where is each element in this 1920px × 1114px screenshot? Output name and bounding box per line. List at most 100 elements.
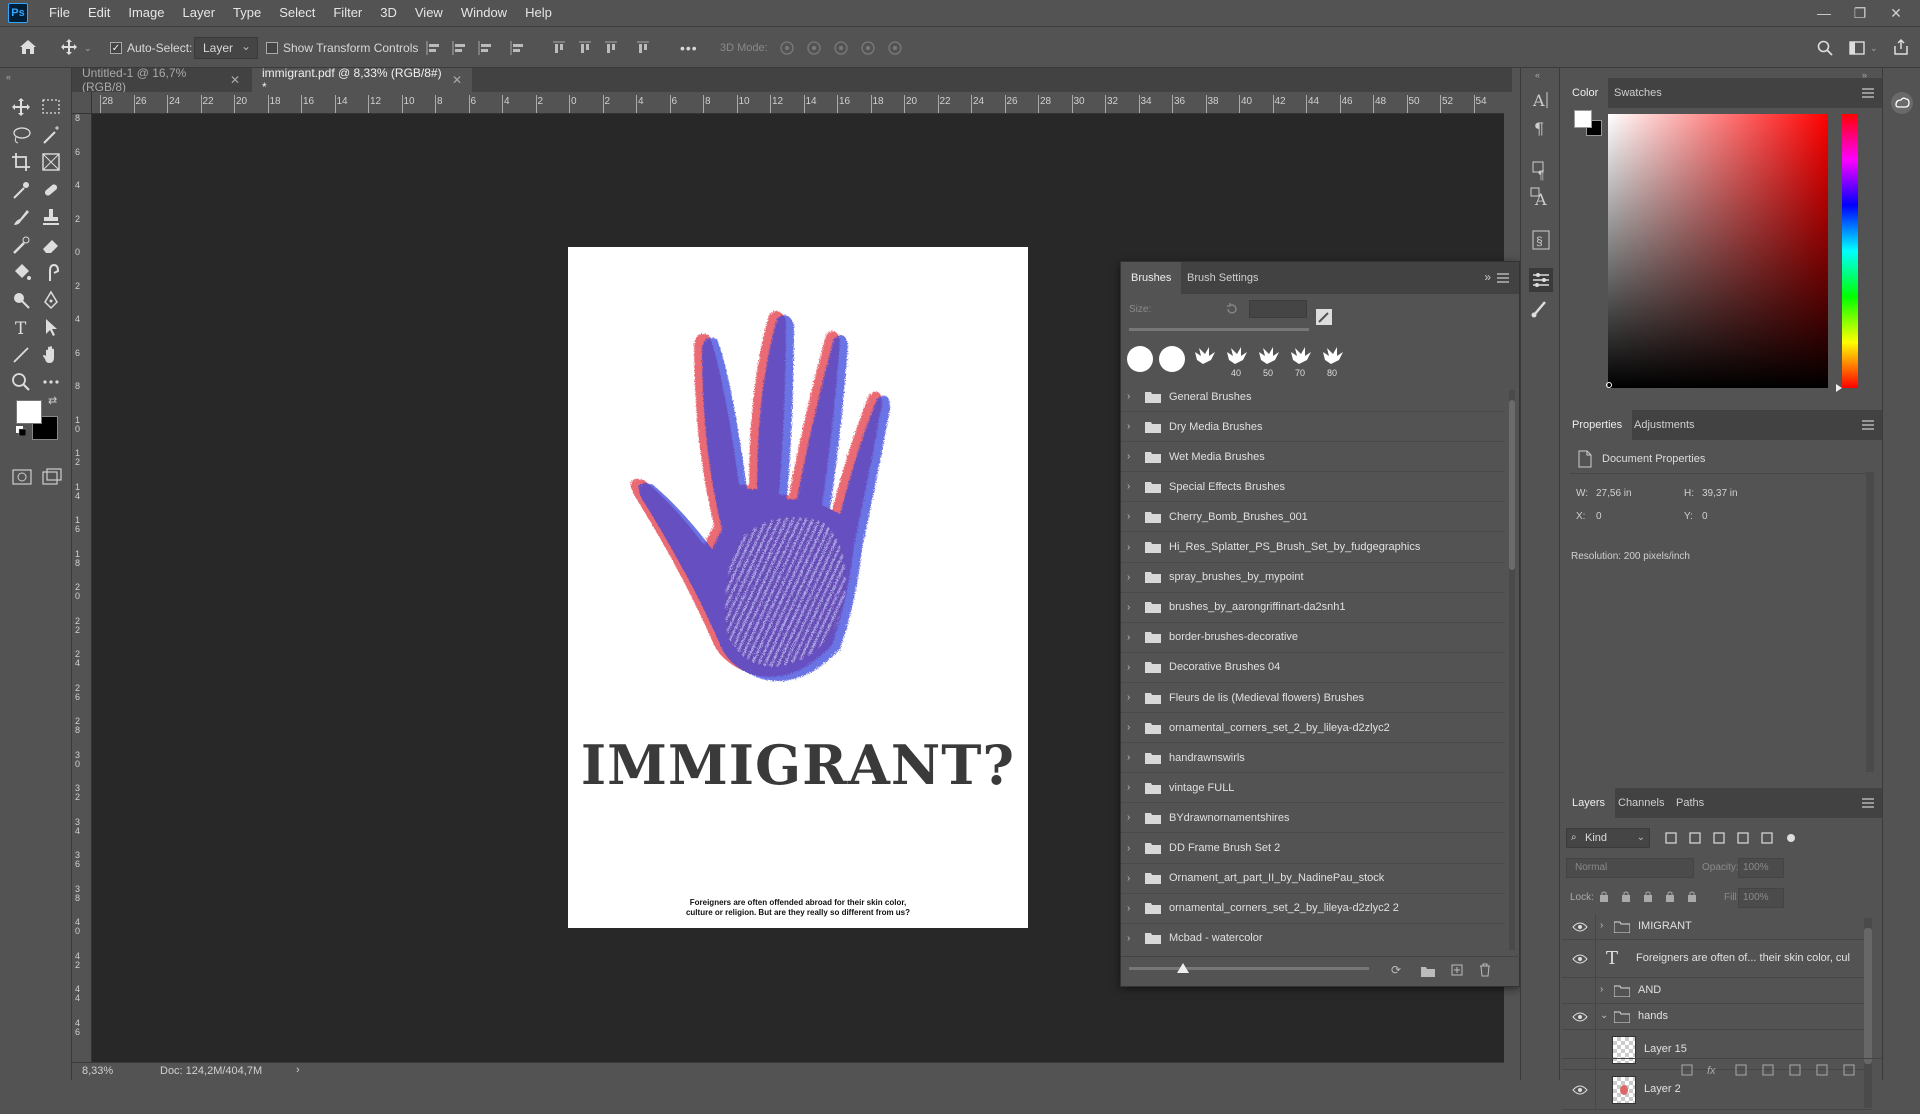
scale-3d-icon[interactable] [886, 39, 904, 57]
foreground-color-swatch-front[interactable] [16, 400, 42, 424]
hue-slider[interactable] [1842, 114, 1858, 388]
align-left-icon[interactable] [424, 39, 442, 57]
brush-folder-item[interactable]: › Decorative Brushes 04 [1121, 653, 1505, 683]
visibility-eye-icon[interactable] [1572, 1084, 1588, 1096]
align-bottom-icon[interactable] [602, 39, 620, 57]
chevron-down-icon[interactable]: ⌄ [1600, 1010, 1608, 1021]
restore-button[interactable]: ❐ [1842, 0, 1878, 26]
eraser-tool-icon[interactable] [40, 234, 62, 256]
layer-name[interactable]: IMIGRANT [1638, 920, 1692, 932]
brush-folder-item[interactable]: › ornamental_corners_set_2_by_lileya-d2zl… [1121, 713, 1505, 744]
brush-folder-item[interactable]: › brushes_by_aarongriffinart-da2snh1 [1121, 593, 1505, 623]
move-tool-icon[interactable] [10, 96, 32, 118]
distribute-v-icon[interactable] [634, 39, 652, 57]
visibility-toggle[interactable] [1572, 985, 1584, 997]
chevron-right-icon[interactable]: › [1127, 632, 1139, 643]
menu-type[interactable]: Type [224, 0, 270, 26]
layer-name[interactable]: AND [1638, 984, 1661, 996]
hue-slider-handle-icon[interactable] [1836, 384, 1842, 392]
glyphs-icon[interactable]: § [1529, 228, 1553, 252]
brush-preset[interactable] [1125, 344, 1155, 378]
quick-mask-icon[interactable] [12, 468, 32, 486]
brushes-icon[interactable] [1529, 296, 1553, 320]
filter-toggle-icon[interactable] [1784, 831, 1798, 845]
chevron-down-icon[interactable]: ⌄ [84, 36, 92, 60]
zoom-level[interactable]: 8,33% [82, 1065, 113, 1077]
tab-properties[interactable]: Properties [1562, 410, 1633, 440]
brush-settings-icon[interactable] [1529, 268, 1553, 292]
align-hcenter-icon[interactable] [450, 39, 468, 57]
chevron-right-icon[interactable]: › [1127, 572, 1139, 583]
layer-row[interactable]: › AND [1562, 978, 1872, 1004]
visibility-eye-icon[interactable] [1572, 953, 1588, 965]
brush-folder-item[interactable]: › BYdrawnornamentshires [1121, 803, 1505, 834]
brush-folder-item[interactable]: › handrawnswirls [1121, 743, 1505, 774]
filter-adjustment-icon[interactable] [1688, 831, 1702, 845]
brush-folder-item[interactable]: › vintage FULL [1121, 773, 1505, 804]
layers-menu-icon[interactable] [1862, 797, 1874, 809]
menu-file[interactable]: File [40, 0, 79, 26]
menu-view[interactable]: View [406, 0, 452, 26]
brush-size-slider[interactable] [1129, 328, 1309, 331]
brush-folder-item[interactable]: › Fleurs de lis (Medieval flowers) Brushe… [1121, 683, 1505, 713]
screen-mode-icon[interactable] [42, 468, 62, 486]
brush-preset[interactable] [1157, 344, 1187, 378]
menu-3d[interactable]: 3D [371, 0, 406, 26]
chevron-right-icon[interactable]: › [1127, 451, 1139, 462]
hand-tool-icon[interactable] [40, 344, 62, 366]
filter-smart-object-icon[interactable] [1760, 831, 1774, 845]
chevron-right-icon[interactable]: › [1127, 692, 1139, 703]
chevron-right-icon[interactable]: › [1127, 662, 1139, 673]
brush-size-input[interactable] [1249, 300, 1307, 318]
brush-folder-item[interactable]: › Ornament_art_part_II_by_NadinePau_stock [1121, 864, 1505, 894]
brush-preset[interactable]: 70 [1285, 344, 1315, 378]
menu-image[interactable]: Image [119, 0, 173, 26]
filter-type-icon[interactable] [1712, 831, 1726, 845]
more-options-button[interactable]: ••• [680, 36, 698, 60]
pen-tool-icon[interactable] [40, 289, 62, 311]
layer-row[interactable]: ⌄ hands [1562, 1004, 1872, 1030]
chevron-right-icon[interactable]: › [1127, 511, 1139, 522]
reset-icon[interactable] [1225, 302, 1239, 316]
brush-folder-item[interactable]: › Cherry_Bomb_Brushes_001 [1121, 502, 1505, 533]
paint-bucket-tool-icon[interactable] [10, 261, 32, 283]
orbit-3d-icon[interactable] [778, 39, 796, 57]
collapse-panel-icon[interactable]: » [1484, 270, 1491, 284]
chevron-right-icon[interactable]: › [1127, 752, 1139, 763]
layer-name[interactable]: Layer 15 [1644, 1043, 1687, 1055]
chevron-right-icon[interactable]: › [1127, 782, 1139, 793]
brush-folder-item[interactable]: › Hi_Res_Splatter_PS_Brush_Set_by_fudgegr… [1121, 533, 1505, 563]
crop-tool-icon[interactable] [10, 151, 32, 173]
chevron-right-icon[interactable]: › [1127, 933, 1139, 944]
distribute-icon[interactable] [508, 39, 526, 57]
toggle-preview-icon[interactable]: ⟳ [1391, 963, 1401, 977]
lasso-tool-icon[interactable] [10, 124, 32, 146]
chevron-right-icon[interactable]: › [1127, 391, 1139, 402]
chevron-right-icon[interactable]: › [1127, 812, 1139, 823]
layer-row[interactable]: T Foreigners are often of... their skin c… [1562, 940, 1872, 978]
tab-adjustments[interactable]: Adjustments [1624, 410, 1705, 440]
tab-paths[interactable]: Paths [1666, 788, 1714, 818]
delete-icon[interactable] [1479, 963, 1491, 977]
chevron-right-icon[interactable]: › [1127, 481, 1139, 492]
layer-name[interactable]: hands [1638, 1010, 1668, 1022]
roll-3d-icon[interactable] [805, 39, 823, 57]
healing-brush-tool-icon[interactable] [40, 179, 62, 201]
new-group-icon[interactable] [1421, 965, 1435, 977]
slider-handle-icon[interactable] [1177, 963, 1189, 973]
color-fg-swatch[interactable] [1574, 110, 1592, 128]
layer-filter-dropdown[interactable]: Kind ⌕ ⌄ [1566, 828, 1650, 848]
brush-folder-item[interactable]: › spray_brushes_by_mypoint [1121, 563, 1505, 593]
tab-channels[interactable]: Channels [1608, 788, 1674, 818]
status-menu-arrow[interactable]: › [296, 1064, 300, 1076]
tab-untitled-1[interactable]: Untitled-1 @ 16,7% (RGB/8) ✕ [72, 66, 250, 94]
opacity-input[interactable]: 100% [1738, 858, 1784, 878]
brush-folder-item[interactable]: › Special Effects Brushes [1121, 472, 1505, 503]
new-preset-icon[interactable] [1451, 964, 1463, 976]
tab-swatches[interactable]: Swatches [1604, 78, 1672, 108]
eyedropper-tool-icon[interactable] [10, 179, 32, 201]
brush-preset[interactable] [1189, 344, 1219, 378]
menu-layer[interactable]: Layer [174, 0, 225, 26]
brush-folder-item[interactable]: › ornamental_corners_set_2_by_lileya-d2zl… [1121, 894, 1505, 924]
layer-name[interactable]: Layer 2 [1644, 1083, 1681, 1095]
